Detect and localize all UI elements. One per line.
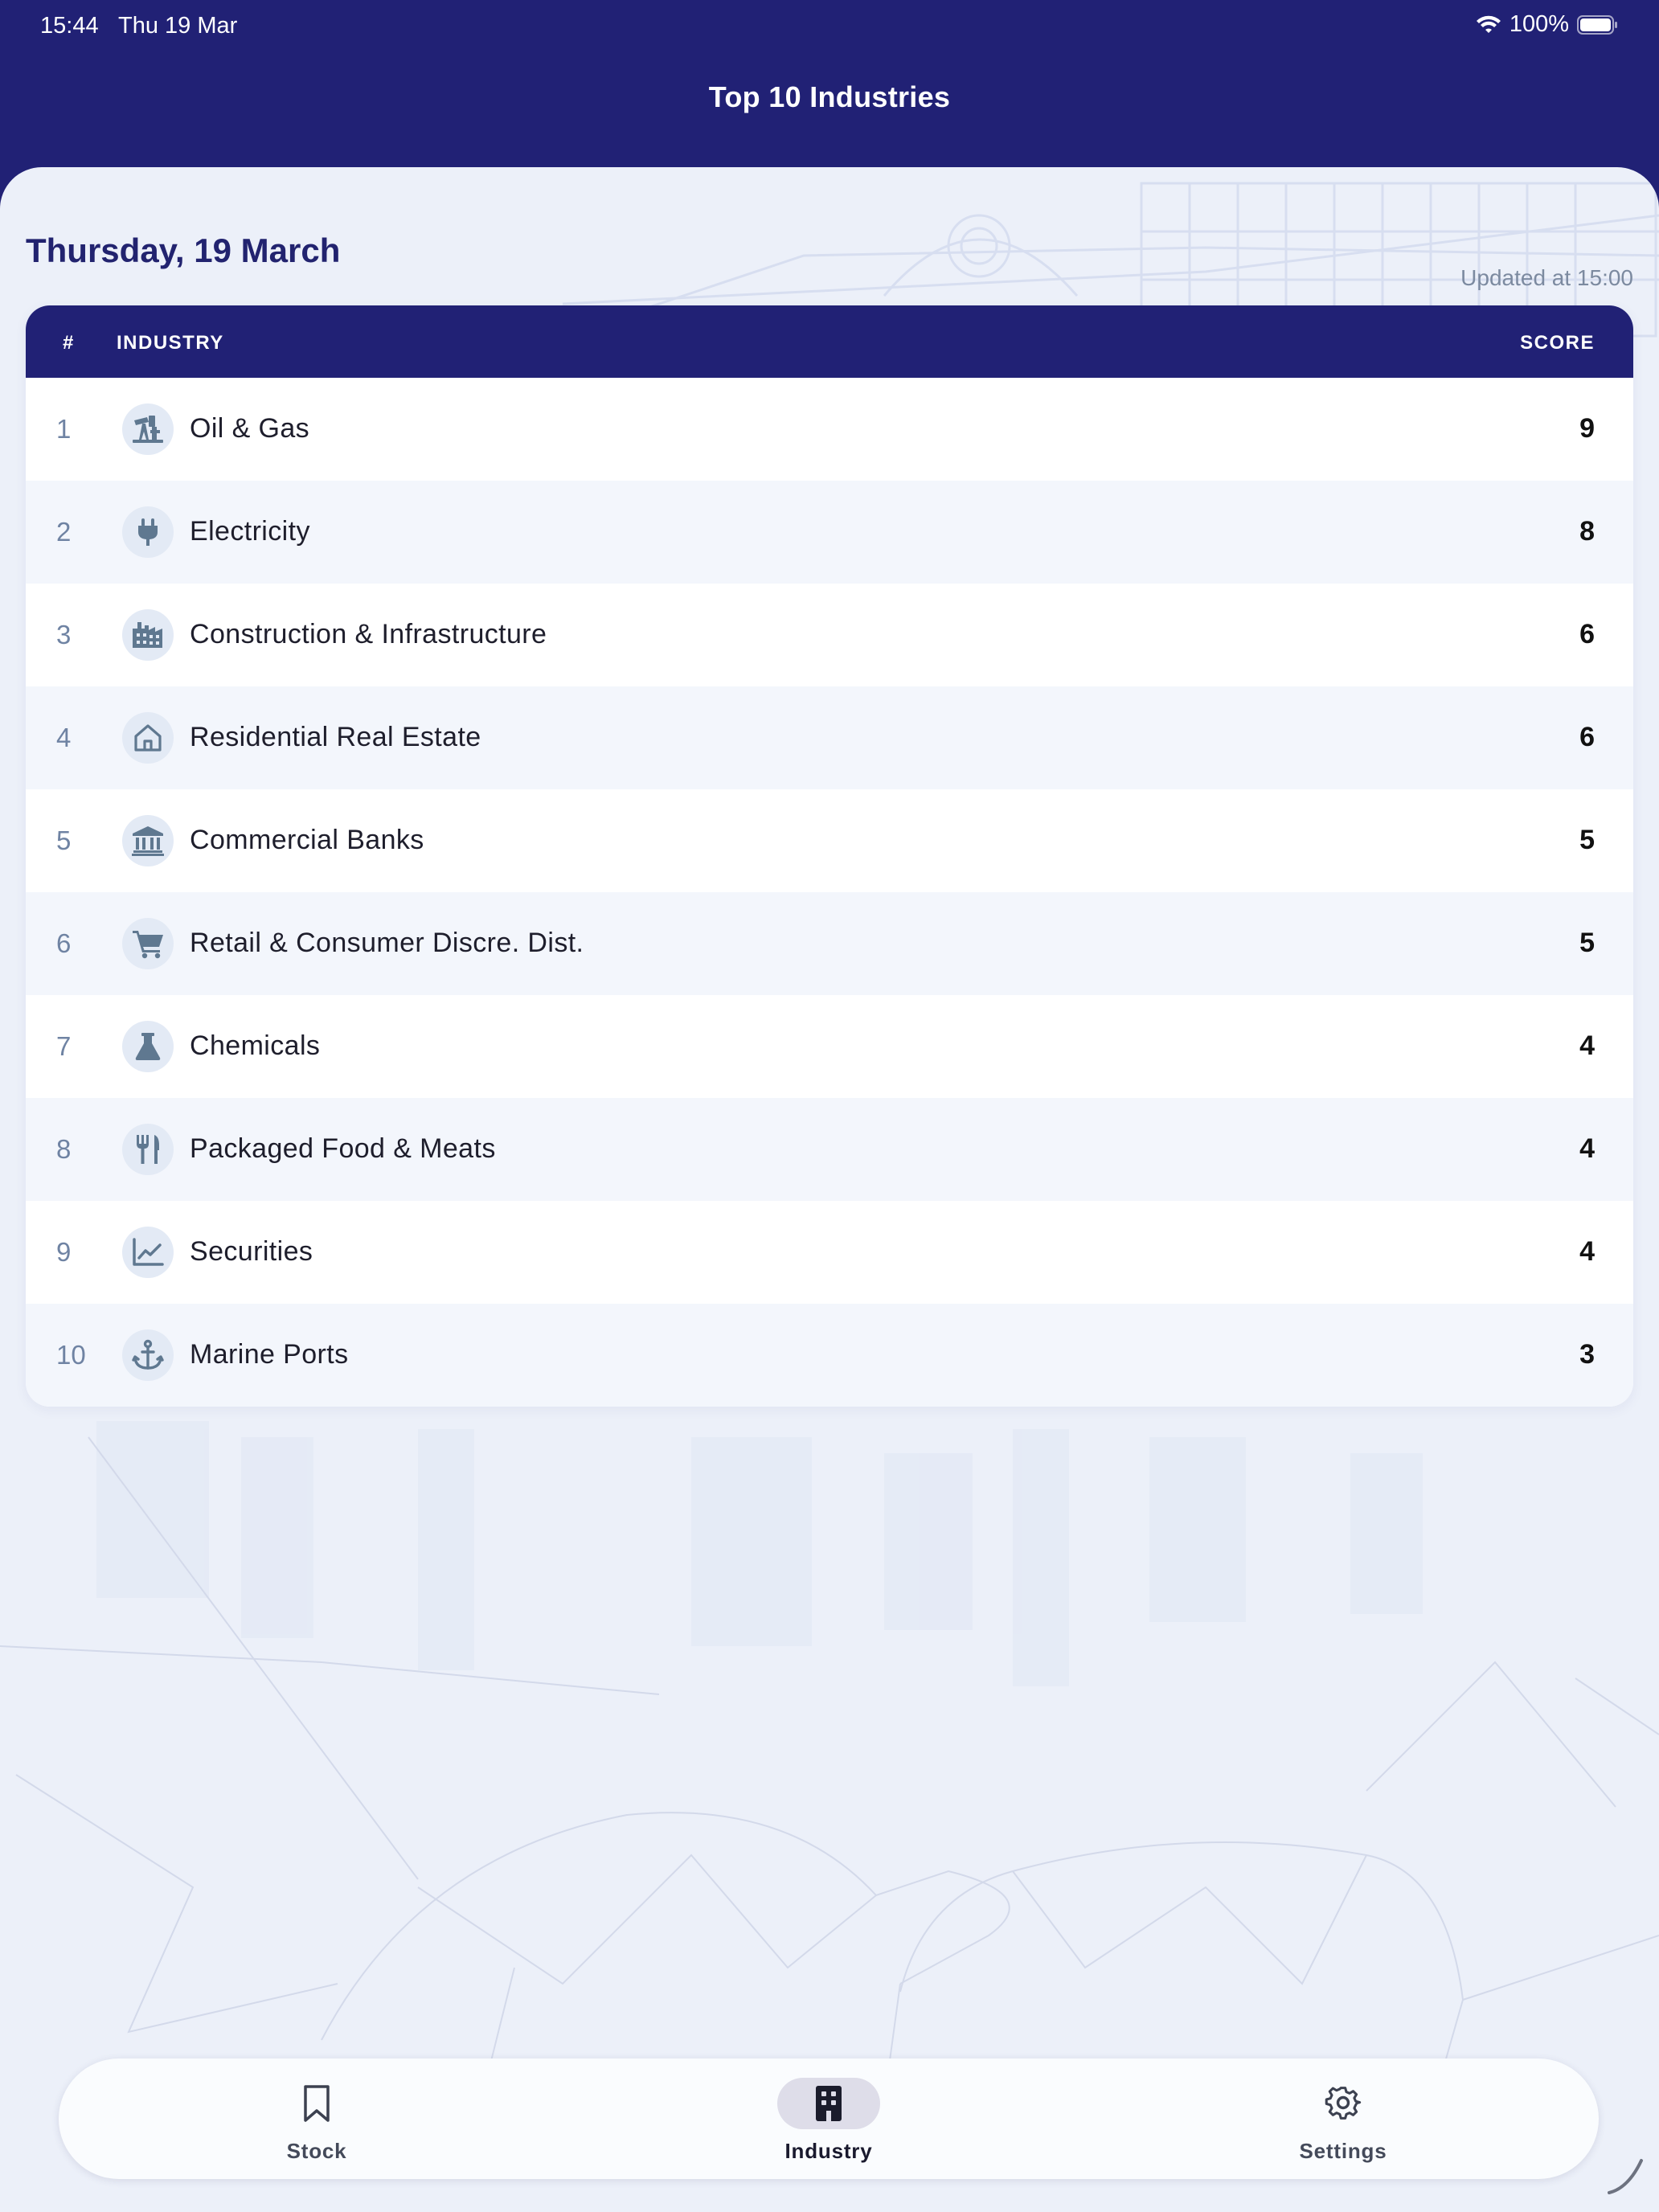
table-row[interactable]: 1 Oil & Gas 9 <box>26 378 1633 481</box>
table-row[interactable]: 6 Retail & Consumer Discre. Dist. 5 <box>26 892 1633 995</box>
tab-industry-label: Industry <box>784 2139 873 2163</box>
table-row[interactable]: 10 Marine Ports 3 <box>26 1304 1633 1407</box>
row-rank: 7 <box>56 1031 72 1061</box>
industry-score: 6 <box>1579 619 1595 649</box>
battery-icon <box>1577 14 1617 35</box>
table-row[interactable]: 2 Electricity 8 <box>26 481 1633 584</box>
column-header-score: SCORE <box>1520 332 1595 354</box>
wifi-icon <box>1476 15 1501 33</box>
row-rank: 9 <box>56 1237 72 1267</box>
building-icon <box>777 2078 880 2129</box>
chart-line-icon <box>122 1227 174 1278</box>
table-row[interactable]: 7 Chemicals 4 <box>26 995 1633 1098</box>
industry-score: 6 <box>1579 722 1595 752</box>
industry-name: Packaged Food & Meats <box>190 1133 496 1164</box>
table-row[interactable]: 8 Packaged Food & Meats 4 <box>26 1098 1633 1201</box>
oil-pump-icon <box>122 403 174 455</box>
industry-name: Residential Real Estate <box>190 722 481 752</box>
updated-time: Updated at 15:00 <box>1460 265 1633 290</box>
row-rank: 4 <box>56 723 72 752</box>
row-rank: 8 <box>56 1134 72 1164</box>
row-rank: 5 <box>56 825 72 855</box>
house-icon <box>122 712 174 764</box>
status-bar: 15:44 Thu 19 Mar 100% <box>0 0 1659 51</box>
column-header-rank: # <box>63 332 75 354</box>
tab-bar: Stock Industry Settings <box>59 2058 1599 2179</box>
tab-settings[interactable]: Settings <box>1247 2058 1440 2179</box>
industry-score: 5 <box>1579 825 1595 855</box>
industry-name: Retail & Consumer Discre. Dist. <box>190 928 584 958</box>
row-rank: 2 <box>56 517 72 547</box>
industry-name: Commercial Banks <box>190 825 424 855</box>
tab-settings-label: Settings <box>1299 2139 1387 2163</box>
industry-name: Oil & Gas <box>190 413 310 444</box>
table-header: # INDUSTRY SCORE <box>26 305 1633 378</box>
industry-name: Construction & Infrastructure <box>190 619 547 649</box>
industry-score: 8 <box>1579 516 1595 547</box>
row-rank: 10 <box>56 1340 86 1370</box>
plug-icon <box>122 506 174 558</box>
page-title: Top 10 Industries <box>708 80 951 113</box>
main-content: Thursday, 19 March Updated at 15:00 # IN… <box>0 167 1659 2212</box>
scroll-corner-indicator <box>1608 2159 1643 2194</box>
industry-score: 3 <box>1579 1339 1595 1370</box>
cart-icon <box>122 918 174 969</box>
table-row[interactable]: 4 Residential Real Estate 6 <box>26 686 1633 789</box>
industry-score: 4 <box>1579 1133 1595 1164</box>
bookmark-icon <box>265 2078 368 2129</box>
tab-stock[interactable]: Stock <box>220 2058 413 2179</box>
table-row[interactable]: 5 Commercial Banks 5 <box>26 789 1633 892</box>
industry-table: # INDUSTRY SCORE 1 Oil & Gas 9 2 Electri… <box>26 305 1633 1407</box>
industry-name: Securities <box>190 1236 313 1267</box>
factory-icon <box>122 609 174 661</box>
status-time: 15:44 <box>40 13 99 39</box>
industry-score: 9 <box>1579 413 1595 444</box>
industry-score: 4 <box>1579 1030 1595 1061</box>
table-row[interactable]: 9 Securities 4 <box>26 1201 1633 1304</box>
table-row[interactable]: 3 Construction & Infrastructure 6 <box>26 584 1633 686</box>
row-rank: 1 <box>56 414 72 444</box>
battery-percent: 100% <box>1509 11 1569 37</box>
tab-industry[interactable]: Industry <box>732 2058 925 2179</box>
gear-icon <box>1292 2078 1395 2129</box>
tab-stock-label: Stock <box>286 2139 347 2163</box>
utensils-icon <box>122 1124 174 1175</box>
column-header-industry: INDUSTRY <box>117 332 224 354</box>
industry-score: 5 <box>1579 928 1595 958</box>
industry-name: Electricity <box>190 516 310 547</box>
status-indicators: 100% <box>1476 11 1619 38</box>
industry-name: Marine Ports <box>190 1339 349 1370</box>
industry-score: 4 <box>1579 1236 1595 1267</box>
date-heading: Thursday, 19 March <box>26 231 341 269</box>
industry-name: Chemicals <box>190 1030 321 1061</box>
row-rank: 6 <box>56 928 72 958</box>
flask-icon <box>122 1021 174 1072</box>
bank-icon <box>122 815 174 866</box>
anchor-icon <box>122 1329 174 1381</box>
row-rank: 3 <box>56 620 72 649</box>
status-date: Thu 19 Mar <box>118 13 238 39</box>
